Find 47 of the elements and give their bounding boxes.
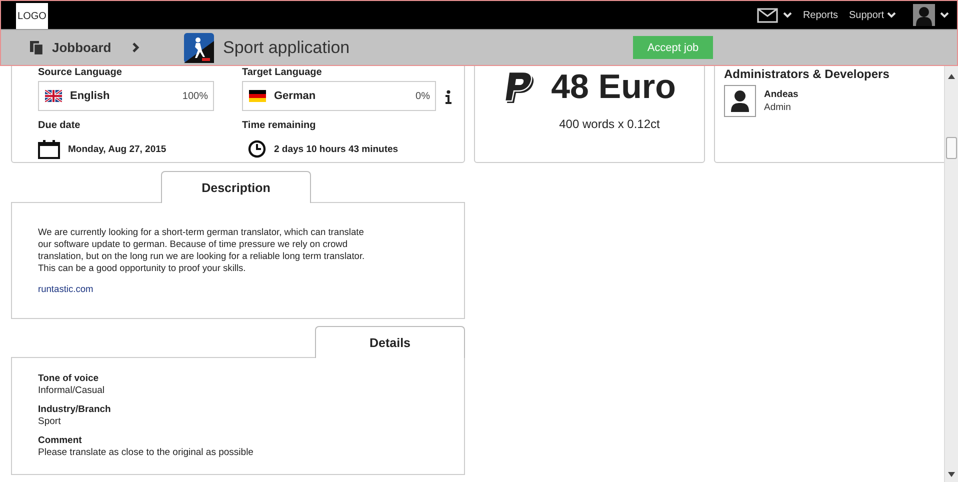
clock-icon: [248, 140, 266, 158]
scroll-up-icon[interactable]: [948, 74, 955, 79]
tab[interactable]: Description: [161, 171, 311, 203]
field-label: Target Language: [242, 67, 323, 79]
documents-icon: [30, 40, 45, 54]
language-name: German: [274, 90, 317, 102]
member-role: Admin: [764, 102, 792, 113]
field-value: Informal/Casual: [38, 385, 106, 396]
field-label: Time remaining: [242, 120, 317, 132]
user-avatar-icon[interactable]: [913, 4, 935, 26]
time-remaining: 2 days 10 hours 43 minutes: [274, 144, 398, 154]
nav-link[interactable]: Reports: [802, 10, 838, 20]
field-value: Please translate as close to the original as possible: [38, 447, 254, 458]
caret-icon: [782, 12, 792, 18]
caret-icon: [887, 12, 896, 18]
flag-icon: [45, 90, 62, 102]
app-icon: [184, 32, 214, 62]
field-label: Comment: [38, 435, 83, 446]
mail-icon[interactable]: [756, 8, 778, 22]
field-label: Industry/Branch: [38, 404, 112, 415]
info-icon[interactable]: [445, 90, 452, 104]
page-title: Sport application: [223, 38, 351, 58]
price-calculation: 400 words x 0.12ct: [559, 117, 660, 131]
description-text: We are currently looking for a short-term german translator, which can translate our software update to german. Because of time pressure we rely on crowd translation, but on the long run we are looking for a reliable long term translator. This can be a good opportunity to proof your skills.: [38, 226, 366, 274]
chevron-icon: [132, 42, 140, 53]
breadcrumb-link[interactable]: Jobboard: [52, 40, 132, 55]
website-link[interactable]: runtastic.com: [38, 284, 94, 294]
person-icon: [731, 90, 749, 112]
logo[interactable]: LOGO: [16, 3, 48, 29]
field-value: Sport: [38, 416, 62, 427]
language-name: English: [70, 90, 111, 102]
card-title: Administrators & Developers: [724, 67, 890, 81]
member-name: Andeas: [764, 89, 798, 100]
field-label: Due date: [38, 120, 82, 132]
calendar-icon: [38, 140, 60, 158]
progress-percent: 100%: [182, 90, 208, 102]
price-amount: 48 Euro: [551, 68, 676, 107]
field-label: Source Language: [38, 67, 123, 79]
caret-icon: [940, 12, 949, 18]
scrollbar-thumb[interactable]: [946, 137, 957, 159]
progress-percent: 0%: [416, 90, 430, 102]
tab[interactable]: Details: [315, 326, 465, 358]
nav-link[interactable]: Support: [848, 10, 896, 20]
scroll-down-icon[interactable]: [948, 472, 955, 477]
field-label: Tone of voice: [38, 373, 100, 384]
due-date: Monday, Aug 27, 2015: [68, 144, 166, 154]
flag-icon: [249, 90, 266, 102]
